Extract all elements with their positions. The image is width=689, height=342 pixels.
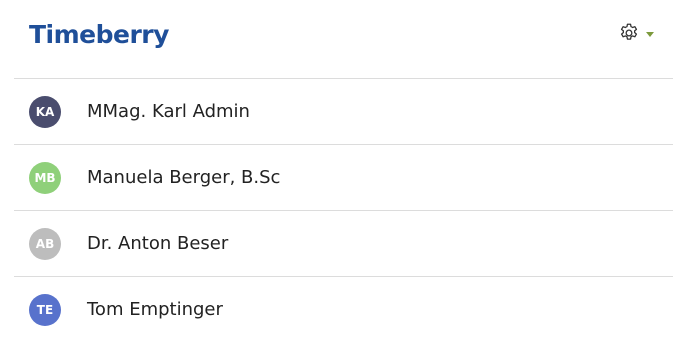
avatar: AB	[29, 227, 61, 260]
user-row[interactable]: AB Dr. Anton Beser	[14, 211, 673, 277]
user-list: KA MMag. Karl Admin MB Manuela Berger, B…	[14, 78, 673, 342]
app-header: Timeberry	[0, 0, 689, 78]
avatar: TE	[29, 293, 61, 326]
user-name: Manuela Berger, B.Sc	[87, 167, 281, 188]
gear-icon	[620, 23, 638, 40]
user-name: Dr. Anton Beser	[87, 233, 229, 254]
settings-menu-button[interactable]	[618, 20, 654, 46]
user-row[interactable]: KA MMag. Karl Admin	[14, 79, 673, 145]
avatar: KA	[29, 95, 61, 128]
user-name: MMag. Karl Admin	[87, 101, 250, 122]
user-row[interactable]: TE Tom Emptinger	[14, 277, 673, 342]
avatar: MB	[29, 161, 61, 194]
app-logo[interactable]: Timeberry	[29, 18, 169, 52]
user-row[interactable]: MB Manuela Berger, B.Sc	[14, 145, 673, 211]
caret-down-icon	[646, 31, 654, 37]
user-name: Tom Emptinger	[87, 299, 223, 320]
